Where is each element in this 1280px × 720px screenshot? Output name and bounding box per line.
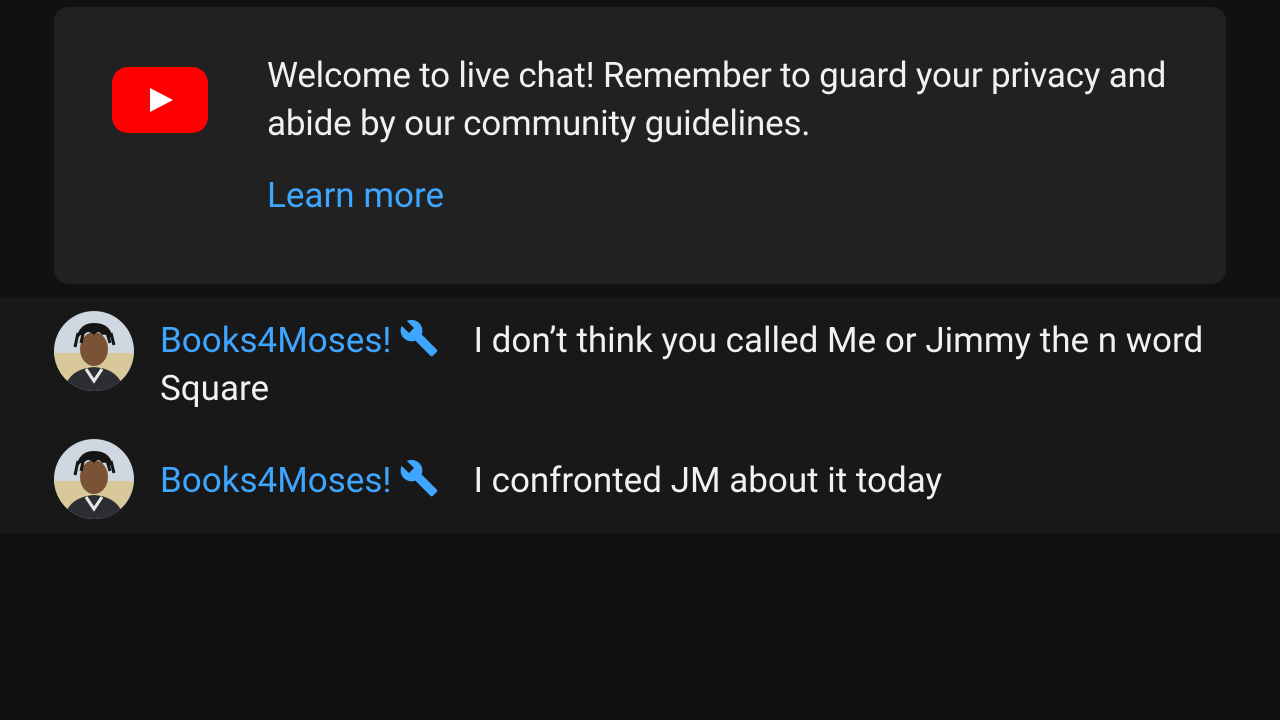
chat-message-list: Books4Moses! I don’t think you called Me … (0, 297, 1280, 533)
youtube-logo-icon (112, 67, 208, 133)
message-body: Books4Moses! I confronted JM about it tod… (160, 457, 1240, 505)
avatar[interactable] (54, 311, 134, 391)
message-body: Books4Moses! I don’t think you called Me … (160, 317, 1240, 413)
wrench-icon (401, 319, 438, 357)
author-name[interactable]: Books4Moses! (160, 320, 391, 361)
live-chat-panel: Welcome to live chat! Remember to guard … (0, 0, 1280, 720)
author-name[interactable]: Books4Moses! (160, 460, 391, 501)
learn-more-link[interactable]: Learn more (267, 172, 444, 220)
message-text: I confronted JM about it today (473, 460, 943, 501)
avatar[interactable] (54, 439, 134, 519)
welcome-message: Welcome to live chat! Remember to guard … (267, 55, 1167, 144)
wrench-icon (401, 459, 438, 497)
